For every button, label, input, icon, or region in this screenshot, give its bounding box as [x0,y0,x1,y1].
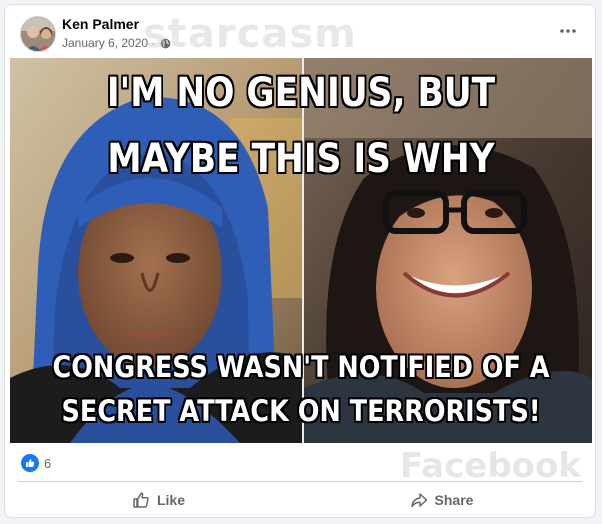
meme-bottom-text-1: CONGRESS WASN'T NOTIFIED OF A [52,350,550,384]
like-label: Like [156,492,185,508]
meme-image[interactable]: I'M NO GENIUS, BUT MAYBE THIS IS WHY CON… [10,58,592,443]
meme-top-text-2: MAYBE THIS IS WHY [107,136,495,182]
post-header: Ken Palmer January 6, 2020 · [5,5,595,57]
avatar-image [21,17,55,51]
post-date[interactable]: January 6, 2020 [62,36,148,50]
like-reaction-icon [21,454,39,472]
reaction-summary[interactable]: 6 [21,454,51,472]
author-name[interactable]: Ken Palmer [62,16,139,32]
more-horizontal-icon [560,29,576,33]
share-button[interactable]: Share [300,483,583,517]
share-label: Share [434,492,474,508]
reaction-count: 6 [44,455,52,471]
actions-divider [17,481,583,482]
globe-icon[interactable] [160,38,171,49]
post-card: Ken Palmer January 6, 2020 · starcasm I'… [4,4,596,518]
post-meta: January 6, 2020 · [62,36,171,50]
thumbs-up-icon [133,492,149,508]
share-arrow-icon [410,493,427,508]
meme-bottom-text-2: SECRET ATTACK ON TERRORISTS! [61,394,541,428]
post-actions: Like Share [17,483,583,517]
watermark-bottom: Facebook [399,446,581,486]
meta-separator: · [151,36,156,50]
author-avatar[interactable] [20,16,56,52]
more-options-button[interactable] [553,19,583,43]
like-button[interactable]: Like [17,483,300,517]
meme-top-text-1: I'M NO GENIUS, BUT [106,70,496,116]
